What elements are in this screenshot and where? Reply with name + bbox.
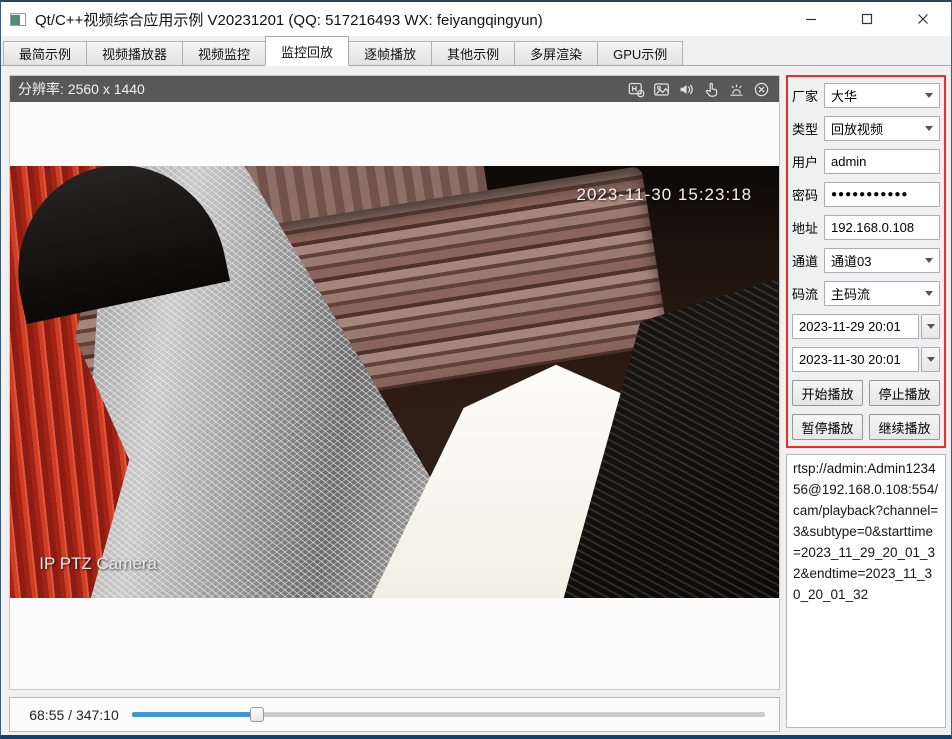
- tab-multi-screen-render[interactable]: 多屏渲染: [515, 41, 598, 66]
- alarm-button[interactable]: [727, 80, 746, 99]
- end-time-dropdown-button[interactable]: [921, 347, 940, 372]
- stream-value: 主码流: [831, 284, 925, 303]
- start-time-dropdown-button[interactable]: [921, 314, 940, 339]
- channel-select[interactable]: 通道03: [824, 248, 940, 273]
- chevron-down-icon: [925, 291, 933, 296]
- channel-label: 通道: [792, 251, 819, 270]
- content-area: 分辨率: 2560 x 1440: [1, 66, 951, 739]
- address-field[interactable]: 192.168.0.108: [824, 215, 940, 240]
- end-time-picker[interactable]: 2023-11-30 20:01: [792, 347, 919, 372]
- video-image: 2023-11-30 15:23:18 IP PTZ Camera: [10, 166, 779, 598]
- start-play-button[interactable]: 开始播放: [792, 380, 863, 406]
- maximize-button[interactable]: [839, 2, 895, 36]
- video-osd-toolbar: 分辨率: 2560 x 1440: [10, 76, 779, 102]
- stream-select[interactable]: 主码流: [824, 281, 940, 306]
- chevron-down-icon: [927, 324, 935, 329]
- ptz-hand-button[interactable]: [702, 80, 721, 99]
- video-column: 分辨率: 2560 x 1440: [9, 75, 780, 739]
- tab-bar: 最简示例 视频播放器 视频监控 监控回放 逐帧播放 其他示例 多屏渲染 GPU示…: [1, 36, 951, 66]
- tab-minimal-example[interactable]: 最简示例: [3, 41, 87, 66]
- minimize-icon: [805, 13, 817, 25]
- user-field[interactable]: admin: [824, 149, 940, 174]
- password-label: 密码: [792, 185, 819, 204]
- title-bar: Qt/C++视频综合应用示例 V20231201 (QQ: 517216493 …: [1, 2, 951, 36]
- snapshot-icon: [653, 81, 670, 98]
- vendor-value: 大华: [831, 86, 925, 105]
- user-value: admin: [831, 154, 936, 169]
- vendor-select[interactable]: 大华: [824, 83, 940, 108]
- settings-panel: 厂家 大华 类型 回放视频 用户 admin: [786, 75, 946, 739]
- end-time-value: 2023-11-30 20:01: [799, 352, 915, 367]
- pause-play-button[interactable]: 暂停播放: [792, 414, 863, 440]
- close-button[interactable]: [895, 2, 951, 36]
- tab-frame-playback[interactable]: 逐帧播放: [349, 41, 432, 66]
- record-button[interactable]: [627, 80, 646, 99]
- user-label: 用户: [792, 152, 819, 171]
- playback-slider[interactable]: [132, 707, 765, 723]
- video-widget[interactable]: 分辨率: 2560 x 1440: [9, 75, 780, 690]
- window-controls: [783, 2, 951, 36]
- tab-monitor-playback[interactable]: 监控回放: [265, 36, 349, 66]
- address-label: 地址: [792, 218, 819, 237]
- chevron-down-icon: [927, 357, 935, 362]
- maximize-icon: [861, 13, 873, 25]
- type-value: 回放视频: [831, 119, 925, 138]
- playback-bar: 68:55 / 347:10: [9, 697, 780, 732]
- tab-video-player[interactable]: 视频播放器: [87, 41, 183, 66]
- window-title: Qt/C++视频综合应用示例 V20231201 (QQ: 517216493 …: [35, 9, 543, 30]
- record-icon: [628, 81, 645, 98]
- alarm-icon: [728, 81, 745, 98]
- rtsp-url-textarea[interactable]: rtsp://admin:Admin123456@192.168.0.108:5…: [786, 454, 946, 728]
- tab-other-examples[interactable]: 其他示例: [432, 41, 515, 66]
- tab-video-monitor[interactable]: 视频监控: [183, 41, 266, 66]
- tab-gpu-example[interactable]: GPU示例: [598, 41, 683, 66]
- snapshot-button[interactable]: [652, 80, 671, 99]
- stop-play-button[interactable]: 停止播放: [869, 380, 940, 406]
- chevron-down-icon: [925, 126, 933, 131]
- slider-handle[interactable]: [250, 707, 264, 722]
- volume-button[interactable]: [677, 80, 696, 99]
- app-window: Qt/C++视频综合应用示例 V20231201 (QQ: 517216493 …: [0, 0, 952, 739]
- chevron-down-icon: [925, 93, 933, 98]
- volume-icon: [678, 81, 695, 98]
- app-icon: [10, 13, 26, 26]
- password-value: ●●●●●●●●●●●: [831, 189, 936, 200]
- vendor-label: 厂家: [792, 86, 819, 105]
- close-icon: [917, 13, 929, 25]
- password-field[interactable]: ●●●●●●●●●●●: [824, 182, 940, 207]
- resolution-label: 分辨率: 2560 x 1440: [18, 79, 145, 99]
- type-select[interactable]: 回放视频: [824, 116, 940, 141]
- chevron-down-icon: [925, 258, 933, 263]
- start-time-picker[interactable]: 2023-11-29 20:01: [792, 314, 919, 339]
- playback-settings-group: 厂家 大华 类型 回放视频 用户 admin: [786, 75, 946, 448]
- osd-tool-buttons: [627, 80, 771, 99]
- channel-value: 通道03: [831, 251, 925, 270]
- resume-play-button[interactable]: 继续播放: [869, 414, 940, 440]
- circle-close-icon: [753, 81, 770, 98]
- osd-camera-label: IP PTZ Camera: [39, 554, 157, 574]
- slider-fill: [132, 712, 257, 717]
- minimize-button[interactable]: [783, 2, 839, 36]
- stream-label: 码流: [792, 284, 819, 303]
- osd-timestamp: 2023-11-30 15:23:18: [576, 185, 752, 205]
- hand-icon: [703, 81, 720, 98]
- close-video-button[interactable]: [752, 80, 771, 99]
- start-time-value: 2023-11-29 20:01: [799, 319, 915, 334]
- type-label: 类型: [792, 119, 819, 138]
- playback-time-label: 68:55 / 347:10: [24, 707, 124, 723]
- address-value: 192.168.0.108: [831, 220, 936, 235]
